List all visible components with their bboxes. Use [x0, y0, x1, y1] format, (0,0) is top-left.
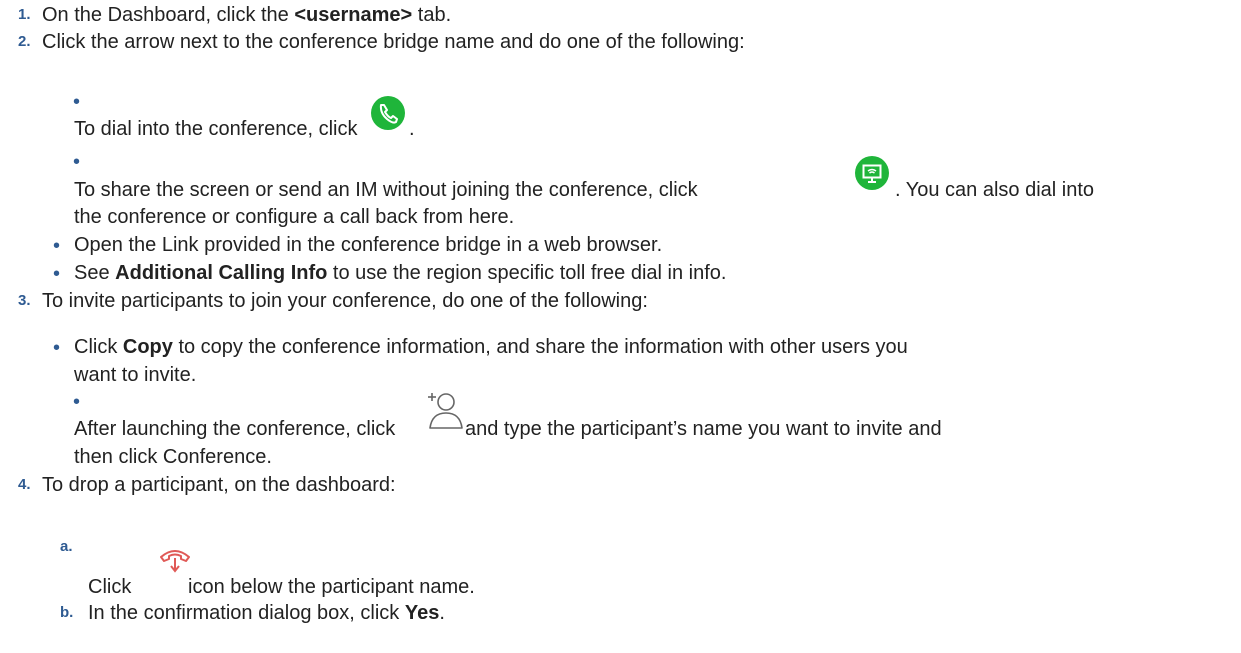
substep-b-c: .	[439, 602, 445, 624]
instructions-document: 1. On the Dashboard, click the <username…	[0, 0, 1241, 653]
step-4-number: 4.	[18, 476, 31, 493]
additional-calling-info-label: Additional Calling Info	[115, 262, 328, 284]
step-3-bullet-2: After launching the conference, click	[74, 417, 395, 441]
step-3-bullet-1-a: Click	[74, 336, 123, 358]
substep-b-letter: b.	[60, 604, 74, 621]
phone-call-icon	[371, 96, 405, 130]
bullet: •	[53, 263, 61, 285]
step-2-bullet-4-c: to use the region specific toll free dia…	[327, 262, 727, 284]
step-2-bullet-1-after: .	[409, 118, 415, 140]
step-2-bullet-4: See Additional Calling Info to use the r…	[74, 261, 726, 285]
username-tab-label: <username>	[294, 4, 413, 26]
drop-call-icon	[160, 550, 190, 573]
add-participant-icon	[428, 393, 463, 429]
step-3-bullet-2-text: After launching the conference, click	[74, 418, 396, 440]
substep-b-text: In the confirmation dialog box, click Ye…	[88, 601, 445, 625]
copy-label: Copy	[122, 336, 173, 358]
step-2-bullet-2-text: To share the screen or send an IM withou…	[74, 179, 698, 201]
step-1-text: On the Dashboard, click the <username> t…	[42, 3, 451, 27]
screen-share-icon	[855, 156, 889, 190]
step-3-bullet-2-after: and type the participant’s name you want…	[465, 418, 942, 440]
step-2-bullet-3: Open the Link provided in the conference…	[74, 234, 663, 256]
step-1-text-a: On the Dashboard, click the	[42, 4, 295, 26]
step-2-bullet-2: To share the screen or send an IM withou…	[74, 178, 698, 202]
substep-a-letter: a.	[60, 538, 73, 555]
step-3-bullet-1-line2: want to invite.	[74, 364, 197, 386]
step-2-bullet-1-text: To dial into the conference, click	[74, 118, 358, 140]
step-4-text: To drop a participant, on the dashboard:	[42, 474, 396, 496]
step-3-text: To invite participants to join your conf…	[42, 290, 648, 312]
bullet: •	[73, 91, 81, 113]
bullet: •	[53, 235, 61, 257]
step-2-number: 2.	[18, 33, 31, 50]
step-2-text: Click the arrow next to the conference b…	[42, 31, 745, 53]
substep-a-text: Click	[88, 575, 131, 599]
step-3-number: 3.	[18, 292, 31, 309]
step-1-text-c: tab.	[412, 4, 452, 26]
yes-label: Yes	[404, 602, 440, 624]
step-2-bullet-2-after: . You can also dial into	[895, 179, 1095, 201]
step-3-bullet-2-line2: then click Conference.	[74, 446, 272, 468]
step-3-bullet-1-c: to copy the conference information, and …	[172, 336, 908, 358]
step-2-bullet-4-a: See	[74, 262, 116, 284]
step-1-number: 1.	[18, 6, 31, 23]
substep-a-after: icon below the participant name.	[188, 576, 475, 598]
bullet: •	[73, 151, 81, 173]
step-3-bullet-1: Click Copy to copy the conference inform…	[74, 335, 908, 359]
step-2-bullet-2-line2: the conference or configure a call back …	[74, 206, 515, 228]
step-2-bullet-1: To dial into the conference, click	[74, 117, 358, 141]
bullet: •	[73, 391, 81, 413]
substep-b-a: In the confirmation dialog box, click	[88, 602, 405, 624]
bullet: •	[53, 337, 61, 359]
substep-a-before: Click	[88, 576, 132, 598]
